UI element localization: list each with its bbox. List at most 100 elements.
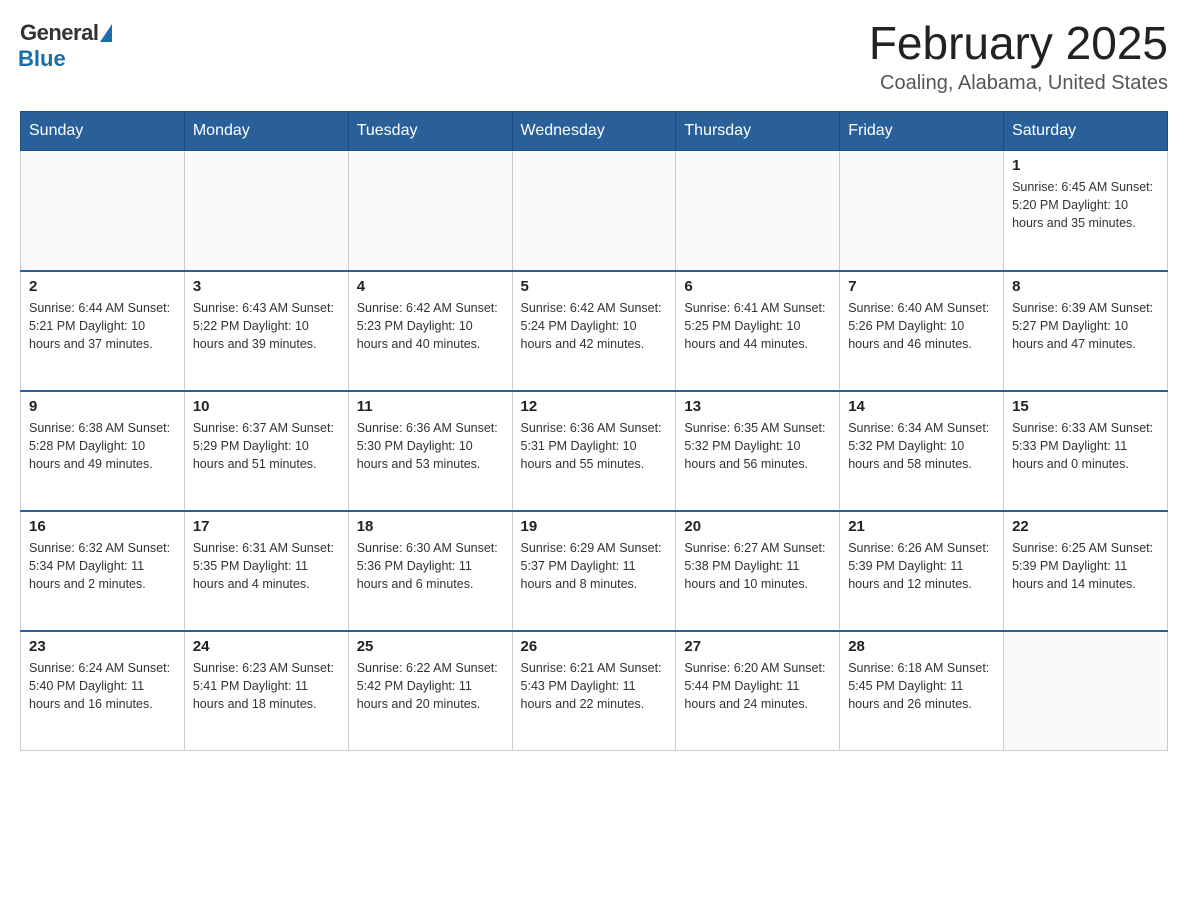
- calendar-day-cell: 16 Sunrise: 6:32 AM Sunset: 5:34 PM Dayli…: [21, 511, 185, 631]
- weekday-header-friday: Friday: [840, 112, 1004, 151]
- day-info: Sunrise: 6:37 AM Sunset: 5:29 PM Dayligh…: [193, 419, 340, 473]
- day-info: Sunrise: 6:25 AM Sunset: 5:39 PM Dayligh…: [1012, 539, 1159, 593]
- day-info: Sunrise: 6:40 AM Sunset: 5:26 PM Dayligh…: [848, 299, 995, 353]
- month-title: February 2025: [869, 20, 1168, 66]
- day-info: Sunrise: 6:22 AM Sunset: 5:42 PM Dayligh…: [357, 659, 504, 713]
- day-number: 2: [29, 278, 176, 295]
- calendar-day-cell: [348, 151, 512, 271]
- logo-general-text: General: [20, 20, 98, 46]
- day-info: Sunrise: 6:32 AM Sunset: 5:34 PM Dayligh…: [29, 539, 176, 593]
- calendar-day-cell: 18 Sunrise: 6:30 AM Sunset: 5:36 PM Dayli…: [348, 511, 512, 631]
- day-number: 21: [848, 518, 995, 535]
- day-info: Sunrise: 6:18 AM Sunset: 5:45 PM Dayligh…: [848, 659, 995, 713]
- day-info: Sunrise: 6:36 AM Sunset: 5:30 PM Dayligh…: [357, 419, 504, 473]
- calendar-day-cell: 28 Sunrise: 6:18 AM Sunset: 5:45 PM Dayli…: [840, 631, 1004, 751]
- day-info: Sunrise: 6:42 AM Sunset: 5:24 PM Dayligh…: [521, 299, 668, 353]
- weekday-header-tuesday: Tuesday: [348, 112, 512, 151]
- calendar-day-cell: 24 Sunrise: 6:23 AM Sunset: 5:41 PM Dayli…: [184, 631, 348, 751]
- day-info: Sunrise: 6:42 AM Sunset: 5:23 PM Dayligh…: [357, 299, 504, 353]
- calendar-day-cell: 12Sunrise: 6:36 AM Sunset: 5:31 PM Dayli…: [512, 391, 676, 511]
- calendar-day-cell: 25 Sunrise: 6:22 AM Sunset: 5:42 PM Dayli…: [348, 631, 512, 751]
- day-info: Sunrise: 6:34 AM Sunset: 5:32 PM Dayligh…: [848, 419, 995, 473]
- calendar-day-cell: 1 Sunrise: 6:45 AM Sunset: 5:20 PM Daylig…: [1004, 151, 1168, 271]
- day-info: Sunrise: 6:26 AM Sunset: 5:39 PM Dayligh…: [848, 539, 995, 593]
- day-info: Sunrise: 6:31 AM Sunset: 5:35 PM Dayligh…: [193, 539, 340, 593]
- day-number: 1: [1012, 157, 1159, 174]
- day-number: 23: [29, 638, 176, 655]
- calendar-day-cell: 13Sunrise: 6:35 AM Sunset: 5:32 PM Dayli…: [676, 391, 840, 511]
- calendar-table: SundayMondayTuesdayWednesdayThursdayFrid…: [20, 111, 1168, 751]
- calendar-day-cell: 2 Sunrise: 6:44 AM Sunset: 5:21 PM Daylig…: [21, 271, 185, 391]
- day-info: Sunrise: 6:45 AM Sunset: 5:20 PM Dayligh…: [1012, 178, 1159, 232]
- calendar-day-cell: 11 Sunrise: 6:36 AM Sunset: 5:30 PM Dayli…: [348, 391, 512, 511]
- day-info: Sunrise: 6:29 AM Sunset: 5:37 PM Dayligh…: [521, 539, 668, 593]
- calendar-day-cell: 21 Sunrise: 6:26 AM Sunset: 5:39 PM Dayli…: [840, 511, 1004, 631]
- day-number: 25: [357, 638, 504, 655]
- calendar-day-cell: [512, 151, 676, 271]
- logo-triangle-icon: [100, 24, 112, 42]
- day-info: Sunrise: 6:23 AM Sunset: 5:41 PM Dayligh…: [193, 659, 340, 713]
- calendar-day-cell: 10 Sunrise: 6:37 AM Sunset: 5:29 PM Dayli…: [184, 391, 348, 511]
- day-number: 22: [1012, 518, 1159, 535]
- day-number: 20: [684, 518, 831, 535]
- weekday-header-sunday: Sunday: [21, 112, 185, 151]
- calendar-day-cell: 7Sunrise: 6:40 AM Sunset: 5:26 PM Daylig…: [840, 271, 1004, 391]
- day-info: Sunrise: 6:20 AM Sunset: 5:44 PM Dayligh…: [684, 659, 831, 713]
- calendar-day-cell: [676, 151, 840, 271]
- day-info: Sunrise: 6:43 AM Sunset: 5:22 PM Dayligh…: [193, 299, 340, 353]
- day-info: Sunrise: 6:24 AM Sunset: 5:40 PM Dayligh…: [29, 659, 176, 713]
- calendar-day-cell: 23 Sunrise: 6:24 AM Sunset: 5:40 PM Dayli…: [21, 631, 185, 751]
- day-number: 27: [684, 638, 831, 655]
- weekday-header-row: SundayMondayTuesdayWednesdayThursdayFrid…: [21, 112, 1168, 151]
- day-number: 14: [848, 398, 995, 415]
- calendar-day-cell: 9Sunrise: 6:38 AM Sunset: 5:28 PM Daylig…: [21, 391, 185, 511]
- calendar-day-cell: 17 Sunrise: 6:31 AM Sunset: 5:35 PM Dayli…: [184, 511, 348, 631]
- title-section: February 2025 Coaling, Alabama, United S…: [869, 20, 1168, 95]
- calendar-day-cell: [1004, 631, 1168, 751]
- calendar-day-cell: 22 Sunrise: 6:25 AM Sunset: 5:39 PM Dayli…: [1004, 511, 1168, 631]
- calendar-week-row: 2 Sunrise: 6:44 AM Sunset: 5:21 PM Daylig…: [21, 271, 1168, 391]
- day-number: 16: [29, 518, 176, 535]
- calendar-day-cell: 4Sunrise: 6:42 AM Sunset: 5:23 PM Daylig…: [348, 271, 512, 391]
- calendar-day-cell: 3 Sunrise: 6:43 AM Sunset: 5:22 PM Daylig…: [184, 271, 348, 391]
- day-number: 18: [357, 518, 504, 535]
- location-title: Coaling, Alabama, United States: [869, 72, 1168, 95]
- calendar-week-row: 9Sunrise: 6:38 AM Sunset: 5:28 PM Daylig…: [21, 391, 1168, 511]
- day-number: 9: [29, 398, 176, 415]
- weekday-header-monday: Monday: [184, 112, 348, 151]
- day-number: 11: [357, 398, 504, 415]
- day-info: Sunrise: 6:36 AM Sunset: 5:31 PM Dayligh…: [521, 419, 668, 473]
- day-info: Sunrise: 6:27 AM Sunset: 5:38 PM Dayligh…: [684, 539, 831, 593]
- day-number: 19: [521, 518, 668, 535]
- day-number: 3: [193, 278, 340, 295]
- day-info: Sunrise: 6:44 AM Sunset: 5:21 PM Dayligh…: [29, 299, 176, 353]
- day-number: 5: [521, 278, 668, 295]
- day-number: 28: [848, 638, 995, 655]
- day-number: 13: [684, 398, 831, 415]
- day-number: 24: [193, 638, 340, 655]
- calendar-day-cell: 20 Sunrise: 6:27 AM Sunset: 5:38 PM Dayli…: [676, 511, 840, 631]
- day-info: Sunrise: 6:39 AM Sunset: 5:27 PM Dayligh…: [1012, 299, 1159, 353]
- weekday-header-wednesday: Wednesday: [512, 112, 676, 151]
- weekday-header-saturday: Saturday: [1004, 112, 1168, 151]
- logo-blue-text: Blue: [18, 46, 66, 72]
- calendar-day-cell: [184, 151, 348, 271]
- day-info: Sunrise: 6:41 AM Sunset: 5:25 PM Dayligh…: [684, 299, 831, 353]
- day-number: 15: [1012, 398, 1159, 415]
- calendar-day-cell: 27 Sunrise: 6:20 AM Sunset: 5:44 PM Dayli…: [676, 631, 840, 751]
- logo: General Blue: [20, 20, 112, 72]
- day-info: Sunrise: 6:21 AM Sunset: 5:43 PM Dayligh…: [521, 659, 668, 713]
- day-number: 10: [193, 398, 340, 415]
- calendar-week-row: 1 Sunrise: 6:45 AM Sunset: 5:20 PM Daylig…: [21, 151, 1168, 271]
- day-info: Sunrise: 6:33 AM Sunset: 5:33 PM Dayligh…: [1012, 419, 1159, 473]
- calendar-day-cell: [21, 151, 185, 271]
- calendar-week-row: 16 Sunrise: 6:32 AM Sunset: 5:34 PM Dayli…: [21, 511, 1168, 631]
- calendar-day-cell: 15 Sunrise: 6:33 AM Sunset: 5:33 PM Dayli…: [1004, 391, 1168, 511]
- day-number: 17: [193, 518, 340, 535]
- calendar-day-cell: 26Sunrise: 6:21 AM Sunset: 5:43 PM Dayli…: [512, 631, 676, 751]
- day-info: Sunrise: 6:30 AM Sunset: 5:36 PM Dayligh…: [357, 539, 504, 593]
- calendar-day-cell: 14 Sunrise: 6:34 AM Sunset: 5:32 PM Dayli…: [840, 391, 1004, 511]
- calendar-day-cell: 8Sunrise: 6:39 AM Sunset: 5:27 PM Daylig…: [1004, 271, 1168, 391]
- calendar-day-cell: 19 Sunrise: 6:29 AM Sunset: 5:37 PM Dayli…: [512, 511, 676, 631]
- page-header: General Blue February 2025 Coaling, Alab…: [20, 20, 1168, 95]
